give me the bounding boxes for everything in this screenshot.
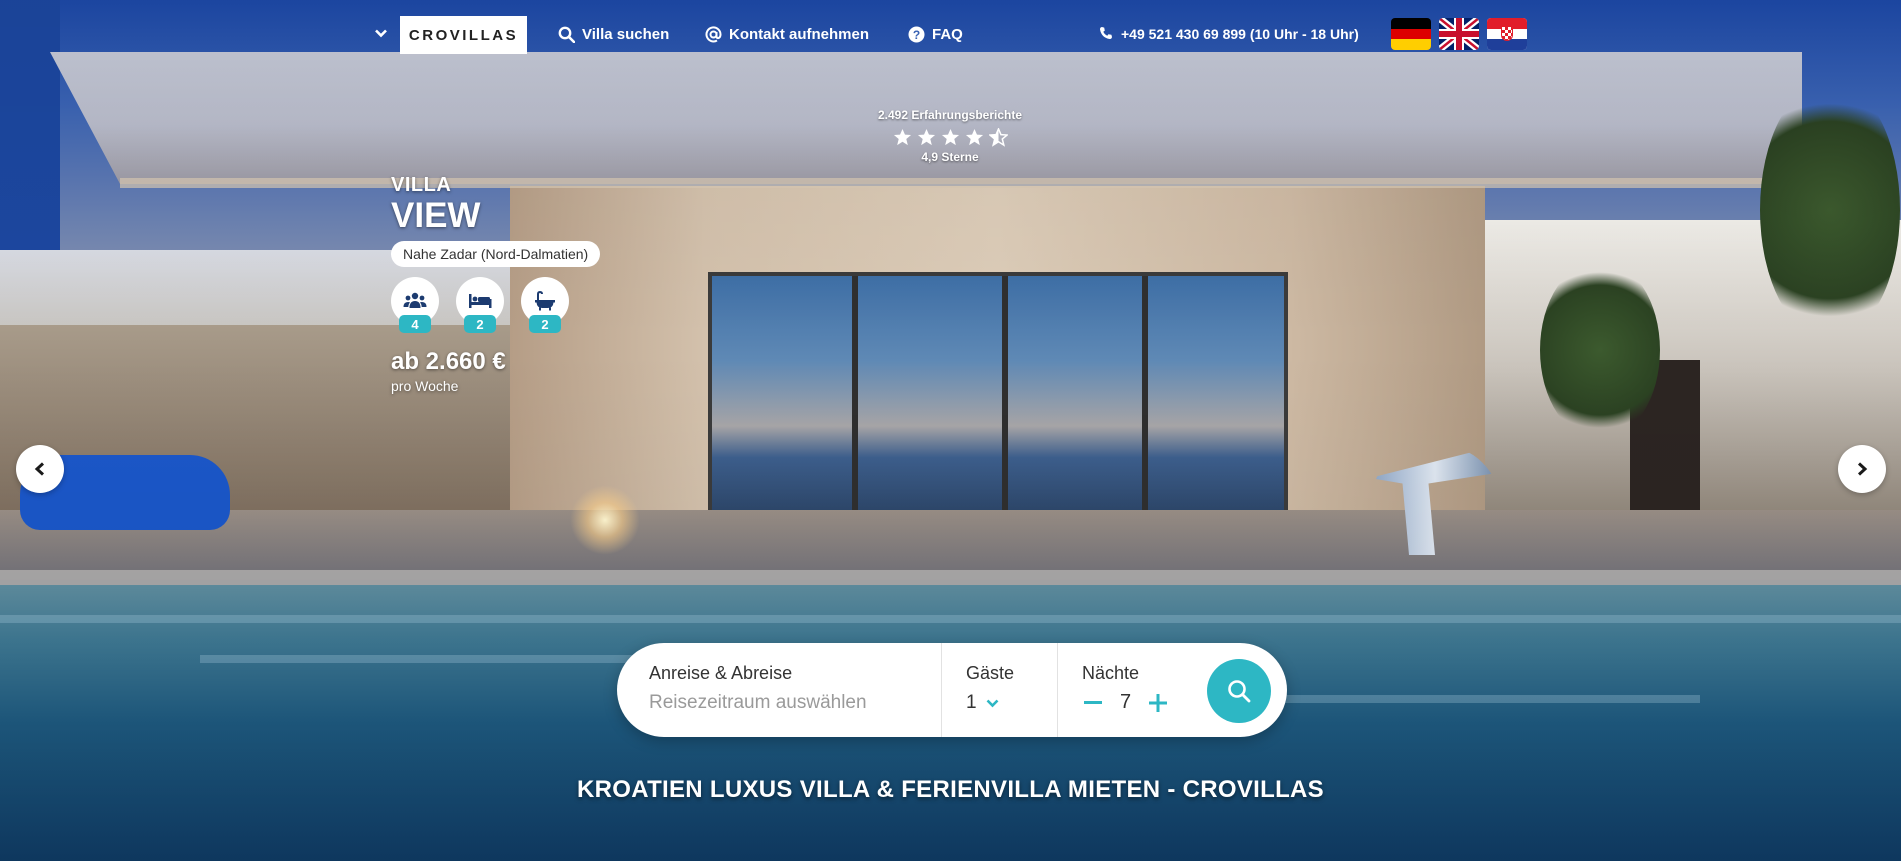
star-half-icon [988, 128, 1008, 147]
nav-link-label: FAQ [932, 25, 963, 43]
nights-label: Nächte [1082, 663, 1140, 683]
prev-slide-button[interactable] [16, 445, 64, 493]
nav-link-label: Kontakt aufnehmen [729, 25, 870, 43]
nav-villa-suchen[interactable]: Villa suchen [558, 24, 669, 44]
villa-pre-title: VILLA [391, 174, 452, 196]
bathrooms-count: 2 [529, 315, 561, 333]
feature-guests: 4 [391, 277, 439, 333]
divider [1057, 643, 1058, 737]
chevron-left-icon [34, 462, 45, 476]
bedrooms-count: 2 [464, 315, 496, 333]
bath-icon [535, 291, 555, 311]
phone-icon [1099, 26, 1113, 43]
booking-search-bar: Anreise & Abreise Reisezeitraum auswähle… [617, 643, 1287, 737]
dates-placeholder: Reisezeitraum auswählen [649, 692, 867, 713]
price: ab 2.660 € [391, 348, 506, 375]
star-rating [830, 128, 1070, 147]
at-icon [705, 25, 722, 43]
nights-stepper: Nächte 7 [1082, 663, 1202, 714]
feature-bathrooms: 2 [521, 277, 569, 333]
phone-number: +49 521 430 69 899 (10 Uhr - 18 Uhr) [1121, 26, 1359, 42]
phone-contact[interactable]: +49 521 430 69 899 (10 Uhr - 18 Uhr) [1099, 24, 1359, 44]
decrease-nights-button[interactable] [1082, 692, 1104, 714]
minus-icon [1084, 700, 1102, 704]
divider [941, 643, 942, 737]
page-headline: KROATIEN LUXUS VILLA & FERIENVILLA MIETE… [576, 776, 1324, 803]
guests-icon [403, 292, 427, 308]
guests-select[interactable]: Gäste 1 [966, 663, 1066, 714]
hr-flag[interactable] [1487, 18, 1527, 50]
nav-faq[interactable]: ? FAQ [908, 24, 963, 44]
date-range-picker[interactable]: Anreise & Abreise Reisezeitraum auswähle… [649, 663, 949, 714]
guests-count: 4 [399, 315, 431, 333]
increase-nights-button[interactable] [1147, 692, 1169, 714]
guests-value: 1 [966, 692, 977, 713]
nav-kontakt[interactable]: Kontakt aufnehmen [705, 24, 869, 44]
star-icon [965, 128, 983, 146]
svg-text:?: ? [913, 28, 920, 42]
review-count: 2.492 Erfahrungsberichte [877, 108, 1023, 122]
nights-value: 7 [1120, 691, 1132, 713]
logo[interactable]: CROVILLAS [400, 16, 527, 54]
villa-name: VIEW [391, 196, 481, 235]
star-icon [941, 128, 959, 146]
bed-icon [469, 294, 492, 308]
villa-features: 4 2 2 [391, 277, 600, 333]
uk-flag[interactable] [1439, 18, 1479, 50]
de-flag[interactable] [1391, 18, 1431, 50]
star-icon [917, 128, 935, 146]
rating-summary: 2.492 Erfahrungsberichte 4,9 Sterne [830, 108, 1070, 164]
dates-label: Anreise & Abreise [649, 663, 793, 683]
nav-link-label: Villa suchen [582, 25, 670, 43]
rating-score: 4,9 Sterne [921, 150, 979, 164]
chevron-down-icon[interactable] [374, 26, 388, 40]
star-icon [893, 128, 911, 146]
villa-info: VILLA VIEW Nahe Zadar (Nord-Dalmatien) 4 [391, 174, 601, 394]
guests-label: Gäste [966, 663, 1015, 683]
chevron-down-icon [986, 699, 998, 707]
next-slide-button[interactable] [1838, 445, 1886, 493]
search-icon [1228, 680, 1251, 703]
top-navigation: CROVILLAS Villa suchen Kontakt aufnehmen… [0, 14, 1901, 54]
location-badge: Nahe Zadar (Nord-Dalmatien) [391, 241, 601, 267]
feature-bedrooms: 2 [456, 277, 504, 333]
question-icon: ? [908, 26, 925, 43]
search-button[interactable] [1207, 659, 1271, 723]
chevron-right-icon [1857, 462, 1868, 476]
search-icon [558, 26, 575, 43]
plus-icon [1149, 693, 1168, 712]
price-period: pro Woche [391, 378, 459, 394]
